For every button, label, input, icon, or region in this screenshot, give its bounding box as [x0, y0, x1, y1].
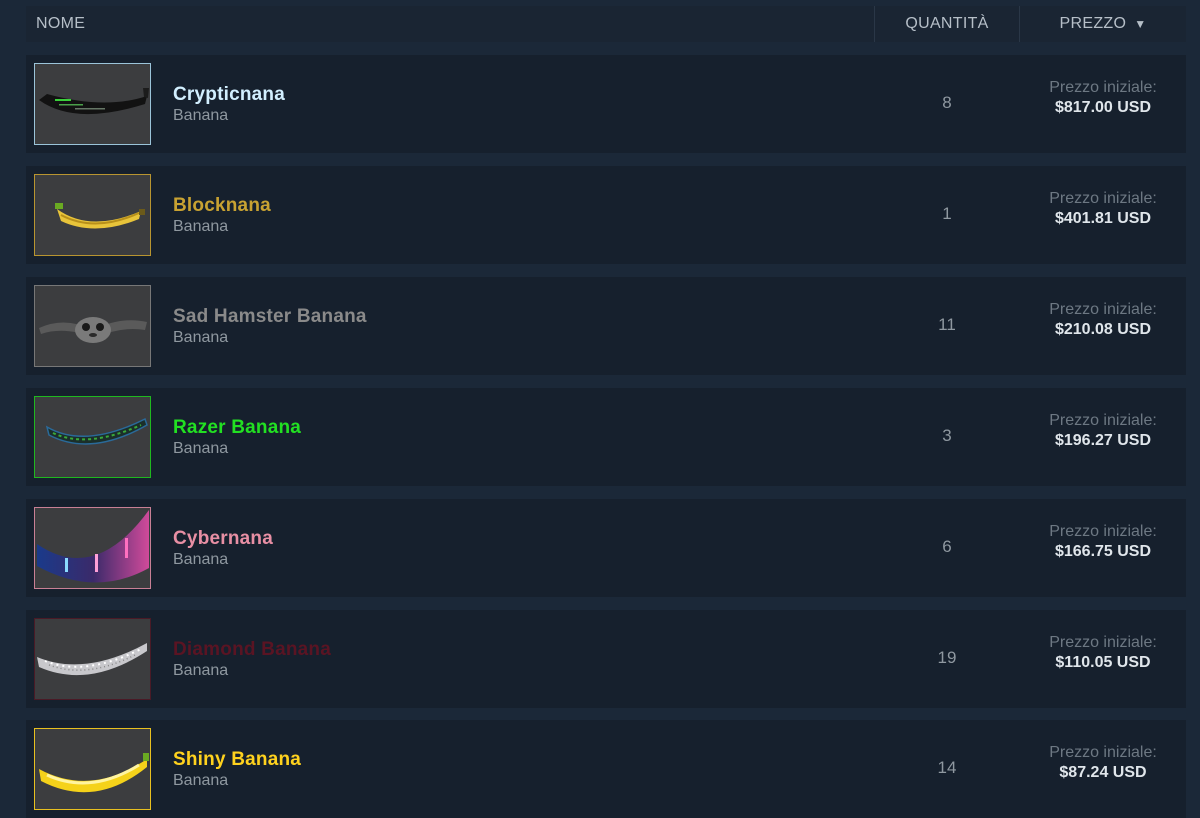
item-thumbnail	[34, 396, 151, 478]
price-label: Prezzo iniziale:	[1049, 523, 1157, 540]
item-thumbnail	[34, 63, 151, 145]
item-thumbnail	[34, 618, 151, 700]
price-value: $166.75 USD	[1054, 543, 1152, 560]
item-thumbnail	[34, 285, 151, 367]
market-listing-table: NOME QUANTITÀ PREZZO ▼ Crypticnana Banan…	[26, 0, 1186, 818]
column-header-quantity-label: QUANTITÀ	[905, 15, 989, 32]
table-row[interactable]: Shiny Banana Banana 14 Prezzo iniziale: …	[26, 720, 1186, 818]
banana-icon	[39, 753, 149, 793]
banana-icon	[39, 88, 149, 115]
item-name[interactable]: Crypticnana	[173, 84, 285, 106]
item-type: Banana	[173, 218, 229, 235]
table-row[interactable]: Crypticnana Banana 8 Prezzo iniziale: $8…	[26, 55, 1186, 153]
item-thumbnail	[34, 728, 151, 810]
item-thumbnail	[34, 507, 151, 589]
banana-icon	[37, 510, 149, 583]
item-quantity: 3	[942, 426, 952, 445]
item-quantity: 6	[942, 537, 952, 556]
item-type: Banana	[173, 107, 229, 124]
item-name[interactable]: Diamond Banana	[173, 639, 331, 661]
item-quantity: 14	[937, 758, 957, 777]
price-value: $110.05 USD	[1055, 654, 1151, 671]
table-header: NOME QUANTITÀ PREZZO ▼	[26, 6, 1186, 42]
item-name[interactable]: Shiny Banana	[173, 749, 301, 771]
item-name[interactable]: Sad Hamster Banana	[173, 306, 367, 328]
price-label: Prezzo iniziale:	[1049, 301, 1157, 318]
item-type: Banana	[173, 440, 229, 457]
price-value: $817.00 USD	[1054, 99, 1152, 116]
table-row[interactable]: Blocknana Banana 1 Prezzo iniziale: $401…	[26, 166, 1186, 264]
banana-icon	[45, 417, 148, 445]
table-row[interactable]: Diamond Banana Banana 19 Prezzo iniziale…	[26, 610, 1186, 708]
item-quantity: 8	[942, 93, 952, 112]
banana-icon	[37, 643, 147, 676]
banana-icon	[55, 203, 145, 229]
table-row[interactable]: Cybernana Banana 6 Prezzo iniziale: $166…	[26, 499, 1186, 597]
column-header-price[interactable]: PREZZO ▼	[1020, 6, 1186, 42]
item-quantity: 11	[938, 315, 956, 334]
item-type: Banana	[173, 662, 229, 679]
table-row[interactable]: Razer Banana Banana 3 Prezzo iniziale: $…	[26, 388, 1186, 486]
column-header-name[interactable]: NOME	[36, 15, 85, 33]
price-label: Prezzo iniziale:	[1049, 79, 1157, 96]
price-label: Prezzo iniziale:	[1049, 634, 1157, 651]
item-type: Banana	[173, 329, 229, 346]
item-name[interactable]: Razer Banana	[173, 417, 301, 439]
item-quantity: 19	[937, 648, 957, 667]
item-name[interactable]: Blocknana	[173, 195, 271, 217]
column-header-price-label: PREZZO	[1059, 15, 1127, 32]
item-name[interactable]: Cybernana	[173, 528, 273, 550]
price-label: Prezzo iniziale:	[1049, 412, 1157, 429]
price-value: $401.81 USD	[1054, 210, 1152, 227]
column-header-quantity[interactable]: QUANTITÀ	[874, 6, 1020, 42]
item-quantity: 1	[942, 204, 952, 223]
price-label: Prezzo iniziale:	[1049, 744, 1157, 761]
item-thumbnail	[34, 174, 151, 256]
item-type: Banana	[173, 551, 229, 568]
table-row[interactable]: Sad Hamster Banana Banana 11 Prezzo iniz…	[26, 277, 1186, 375]
banana-icon	[39, 317, 147, 343]
price-value: $196.27 USD	[1054, 432, 1152, 449]
price-label: Prezzo iniziale:	[1049, 190, 1157, 207]
caret-down-icon: ▼	[1134, 17, 1147, 31]
price-value: $210.08 USD	[1054, 321, 1152, 338]
item-type: Banana	[173, 772, 229, 789]
price-value: $87.24 USD	[1059, 764, 1147, 781]
